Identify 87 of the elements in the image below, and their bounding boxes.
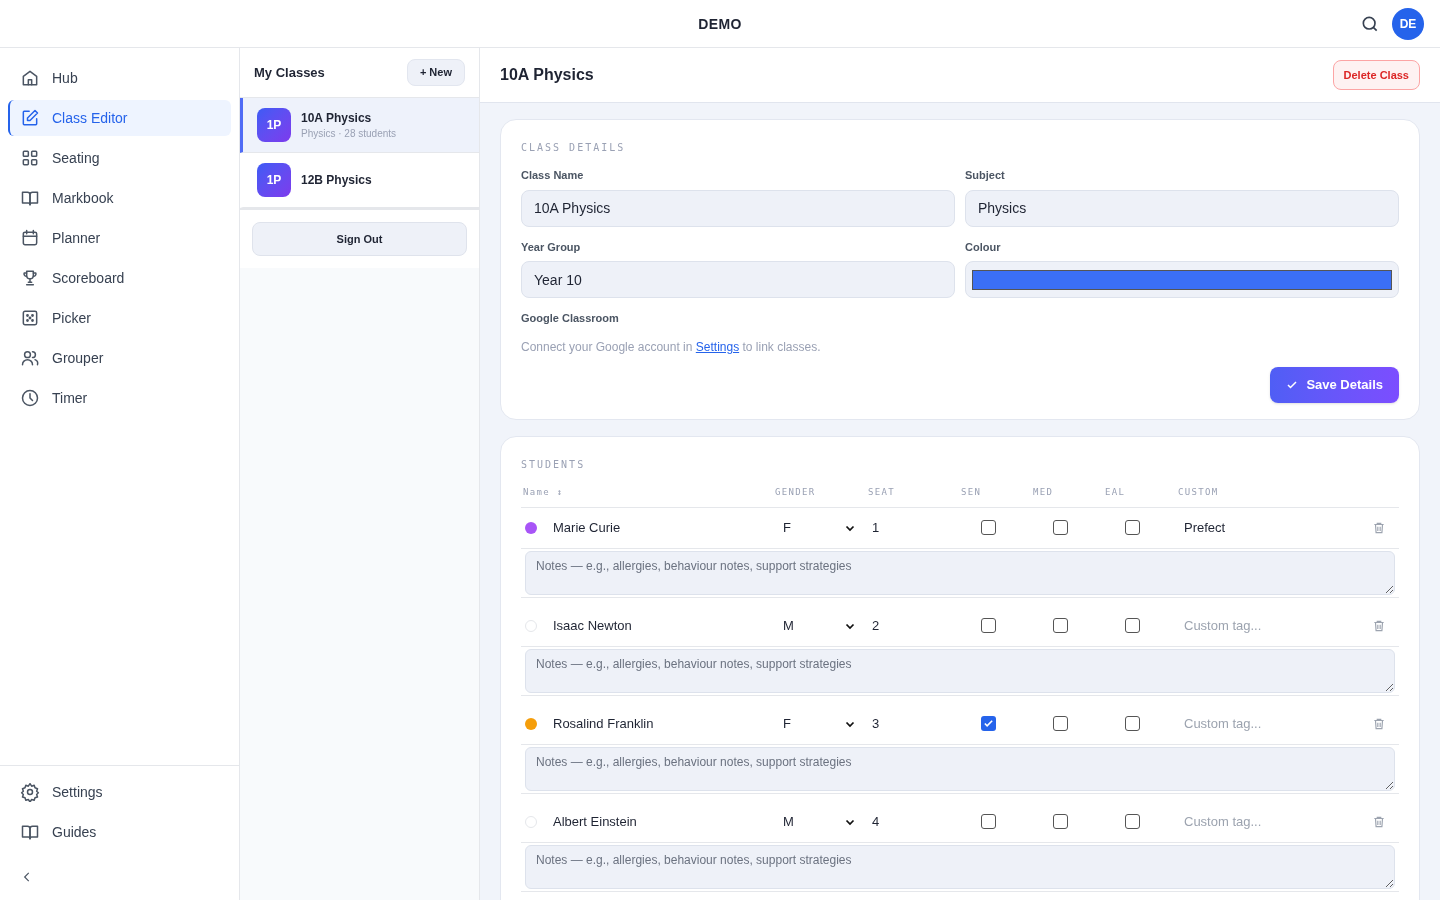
delete-class-button[interactable]: Delete Class [1332,59,1420,91]
checkbox[interactable] [981,520,996,535]
nav-item[interactable]: Seating [8,140,231,176]
google-connect-text: Connect your Google account in Settings to link classes. [521,338,822,355]
checkbox[interactable] [981,618,996,633]
nav-item[interactable]: Planner [8,220,231,256]
gender-select[interactable]: F [775,713,868,734]
class-name: 10A Physics [301,109,373,126]
column-header: SEAT [868,486,897,500]
nav-item[interactable]: Scoreboard [8,260,231,296]
checkbox[interactable] [1125,618,1140,633]
grid-icon [20,148,40,168]
settings-link[interactable]: Settings [695,339,740,354]
checkbox[interactable] [1053,716,1068,731]
student-name: Albert Einstein [553,812,637,831]
users-icon [20,348,40,368]
checkbox[interactable] [1053,520,1068,535]
input-field[interactable]: 10A Physics [521,189,955,227]
field-label: Colour [965,239,1002,255]
trophy-icon [20,268,40,288]
field-label: Subject [965,168,1006,183]
calendar-icon [20,228,40,248]
column-header: CUSTOM [1178,486,1220,500]
gender-select[interactable]: M [775,615,868,636]
notes-field[interactable]: Notes — e.g., allergies, behaviour notes, support strategies [525,550,1395,595]
nav-item[interactable]: Guides [8,814,231,850]
student-name: Marie Curie [553,518,621,537]
section-heading: STUDENTS [521,457,587,472]
settings-icon [20,782,40,802]
save-details-button[interactable]: Save Details [1270,366,1399,403]
app-title: DEMO [698,14,742,34]
check-icon [983,718,994,729]
notes-field[interactable]: Notes — e.g., allergies, behaviour notes, support strategies [525,648,1395,693]
checkbox[interactable] [1053,814,1068,829]
class-subtitle: Physics · 28 students [301,126,397,141]
input-field[interactable]: Physics [965,189,1399,227]
nav-item[interactable]: Timer [8,380,231,416]
checkbox[interactable] [1125,520,1140,535]
section-heading: CLASS DETAILS [521,141,627,155]
student-name: Isaac Newton [553,616,632,635]
class-name: 12B Physics [301,172,372,188]
seat-field[interactable]: 1 [868,517,961,538]
color-picker[interactable] [965,261,1399,298]
column-header: SEN [961,486,983,500]
new-class-button[interactable]: + New [406,59,465,86]
user-avatar[interactable]: DE [1392,8,1424,40]
nav-item[interactable]: Settings [8,774,231,810]
panel-title: My Classes [254,63,325,82]
dice-icon [20,308,40,328]
book-icon [20,822,40,842]
seat-field[interactable]: 3 [868,713,961,734]
nav-item[interactable]: Markbook [8,180,231,216]
input-field[interactable]: Year 10 [521,261,955,298]
checkbox[interactable] [1125,716,1140,731]
field-label: Year Group [521,239,582,255]
page-title: 10A Physics [500,65,594,85]
notes-field[interactable]: Notes — e.g., allergies, behaviour notes, support strategies [525,844,1395,889]
checkbox[interactable] [981,814,996,829]
column-header: GENDER [775,486,817,500]
gender-select[interactable]: F [775,517,868,538]
field-label: Google Classroom [521,311,620,326]
nav-item[interactable]: Hub [8,60,231,96]
sign-out-button[interactable]: Sign Out [252,222,467,256]
class-badge: 1P [257,163,291,197]
check-icon [1286,378,1299,391]
checkbox[interactable] [981,716,996,731]
column-header: MED [1033,486,1055,500]
clock-icon [20,388,40,408]
seat-field[interactable]: 2 [868,615,961,636]
checkbox[interactable] [1053,618,1068,633]
nav-item[interactable]: Picker [8,300,231,336]
book-icon [20,188,40,208]
search-icon[interactable] [1360,14,1380,34]
custom-tag-field[interactable]: Prefect [1178,517,1359,538]
nav-item[interactable]: Class Editor [8,100,231,136]
gender-select[interactable]: M [775,811,868,832]
nav-item[interactable]: Grouper [8,340,231,376]
student-name: Rosalind Franklin [553,714,654,733]
home-icon [20,68,40,88]
class-list-item[interactable]: 1P 10A Physics Physics · 28 students [240,98,479,153]
checkbox[interactable] [1125,814,1140,829]
class-badge: 1P [257,108,291,142]
seat-field[interactable]: 4 [868,811,961,832]
notes-field[interactable]: Notes — e.g., allergies, behaviour notes, support strategies [525,746,1395,791]
field-label: Class Name [521,168,585,183]
column-header: EAL [1105,486,1127,500]
edit-icon [20,108,40,128]
